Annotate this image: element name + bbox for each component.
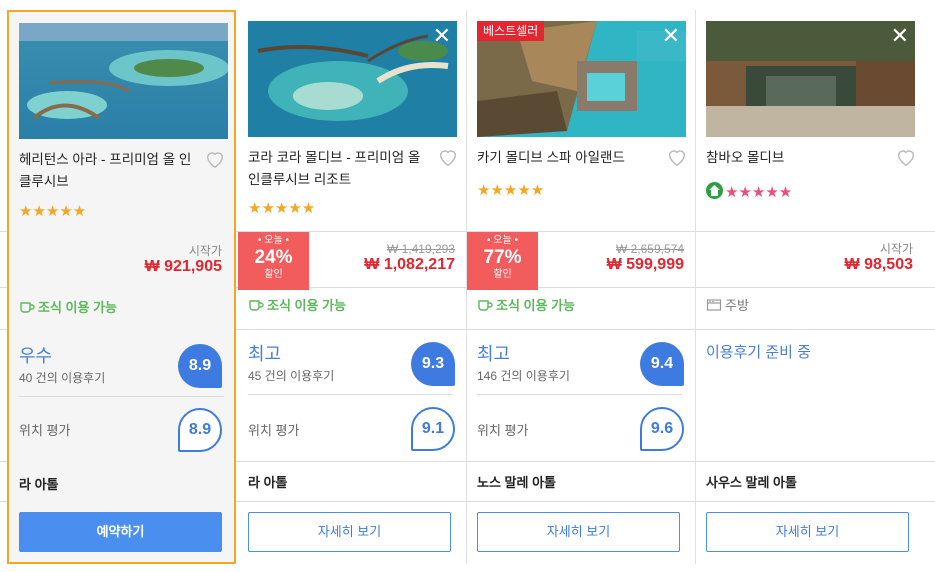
- rating-word[interactable]: 최고: [477, 343, 510, 365]
- coffee-cup-icon: [249, 300, 264, 311]
- amenity-label: 조식 이용 가능: [38, 300, 117, 315]
- hotel-photo[interactable]: ✕: [248, 21, 457, 137]
- bestseller-badge: 베스트셀러: [477, 21, 545, 41]
- original-price: ₩ 1,419,293: [386, 242, 455, 256]
- close-icon[interactable]: ✕: [891, 23, 909, 49]
- hotel-name[interactable]: 코라 코라 몰디브 - 프리미엄 올 인클루시브 리조트: [248, 147, 428, 191]
- area-name: 라 아톨: [19, 477, 59, 492]
- divider: [477, 394, 682, 395]
- hotel-name[interactable]: 카기 몰디브 스파 아일랜드: [477, 147, 657, 169]
- hotel-card-chambao[interactable]: ✕ 참바오 몰디브 ★★★★★ 시작가 ₩ 98,503 주방 이용후기 준비 …: [696, 10, 925, 564]
- deal-percent: 77%: [483, 247, 522, 268]
- kitchen-icon: [706, 299, 722, 311]
- home-icon: [706, 182, 723, 199]
- review-score-badge: 8.9: [178, 344, 222, 388]
- star-rating: ★★★★★: [706, 182, 792, 202]
- rating-word[interactable]: 우수: [19, 345, 52, 367]
- amenity-breakfast: 조식 이용 가능: [248, 297, 346, 315]
- area-name: 라 아톨: [248, 475, 288, 490]
- deal-label-today: • 오늘 •: [258, 235, 289, 246]
- coffee-cup-icon: [478, 300, 493, 311]
- deal-badge: • 오늘 • 77% 할인: [467, 232, 538, 290]
- heart-icon[interactable]: [437, 146, 459, 168]
- star-rating-stars: ★★★★★: [725, 184, 793, 201]
- deal-label-today: • 오늘 •: [487, 235, 518, 246]
- amenity-kitchen: 주방: [706, 297, 749, 315]
- heart-icon[interactable]: [895, 146, 917, 168]
- divider: [19, 396, 224, 397]
- price-label: 시작가: [879, 242, 913, 256]
- deal-label-discount: 할인: [264, 269, 283, 280]
- book-button[interactable]: 예약하기: [19, 512, 222, 552]
- area-name: 노스 말레 아톨: [477, 475, 556, 490]
- location-score-badge: 9.6: [640, 407, 684, 451]
- amenity-label: 조식 이용 가능: [496, 298, 575, 313]
- heart-icon[interactable]: [666, 146, 688, 168]
- review-score-badge: 9.3: [411, 342, 455, 386]
- hotel-card-heritance-aarah[interactable]: 헤리턴스 아라 - 프리미엄 올 인클루시브 ★★★★★ 시작가 ₩ 921,9…: [7, 10, 236, 564]
- hotel-card-kagi[interactable]: 베스트셀러 ✕ 카기 몰디브 스파 아일랜드 ★★★★★ • 오늘 • 77% …: [467, 10, 696, 564]
- hotel-card-kurakura[interactable]: ✕ 코라 코라 몰디브 - 프리미엄 올 인클루시브 리조트 ★★★★★ • 오…: [238, 10, 467, 564]
- amenity-breakfast: 조식 이용 가능: [477, 297, 575, 315]
- price: ₩ 921,905: [144, 258, 222, 275]
- details-button[interactable]: 자세히 보기: [248, 512, 451, 552]
- star-rating: ★★★★★: [19, 203, 87, 220]
- review-count[interactable]: 45 건의 이용후기: [248, 367, 334, 384]
- location-score-badge: 8.9: [178, 408, 222, 452]
- price: ₩ 1,082,217: [364, 256, 455, 273]
- area-name: 사우스 말레 아톨: [706, 475, 797, 490]
- rating-word[interactable]: 최고: [248, 343, 281, 365]
- location-score-badge: 9.1: [411, 407, 455, 451]
- price: ₩ 98,503: [844, 256, 913, 273]
- reviews-pending: 이용후기 준비 중: [706, 344, 811, 361]
- hotel-name[interactable]: 참바오 몰디브: [706, 147, 886, 169]
- details-button[interactable]: 자세히 보기: [706, 512, 909, 552]
- details-button[interactable]: 자세히 보기: [477, 512, 680, 552]
- amenity-label: 조식 이용 가능: [267, 298, 346, 313]
- review-count[interactable]: 40 건의 이용후기: [19, 369, 105, 386]
- location-label: 위치 평가: [248, 423, 300, 438]
- price-label: 시작가: [188, 244, 222, 258]
- heart-icon[interactable]: [204, 148, 226, 170]
- deal-badge: • 오늘 • 24% 할인: [238, 232, 309, 290]
- hotel-photo[interactable]: 베스트셀러 ✕: [477, 21, 686, 137]
- close-icon[interactable]: ✕: [662, 23, 680, 49]
- divider: [248, 394, 453, 395]
- deal-percent: 24%: [254, 247, 293, 268]
- star-rating: ★★★★★: [477, 182, 545, 199]
- price: ₩ 599,999: [606, 256, 684, 273]
- original-price: ₩ 2,659,574: [615, 242, 684, 256]
- hotel-photo[interactable]: ✕: [706, 21, 915, 137]
- deal-label-discount: 할인: [493, 269, 512, 280]
- coffee-cup-icon: [20, 302, 35, 313]
- review-score-badge: 9.4: [640, 342, 684, 386]
- close-icon[interactable]: ✕: [433, 23, 451, 49]
- location-label: 위치 평가: [477, 423, 529, 438]
- hotel-name[interactable]: 헤리턴스 아라 - 프리미엄 올 인클루시브: [19, 149, 199, 193]
- location-label: 위치 평가: [19, 423, 71, 438]
- hotel-photo[interactable]: [19, 23, 228, 139]
- amenity-label: 주방: [725, 298, 749, 313]
- amenity-breakfast: 조식 이용 가능: [19, 299, 117, 317]
- star-rating: ★★★★★: [248, 200, 316, 217]
- review-count[interactable]: 146 건의 이용후기: [477, 367, 570, 384]
